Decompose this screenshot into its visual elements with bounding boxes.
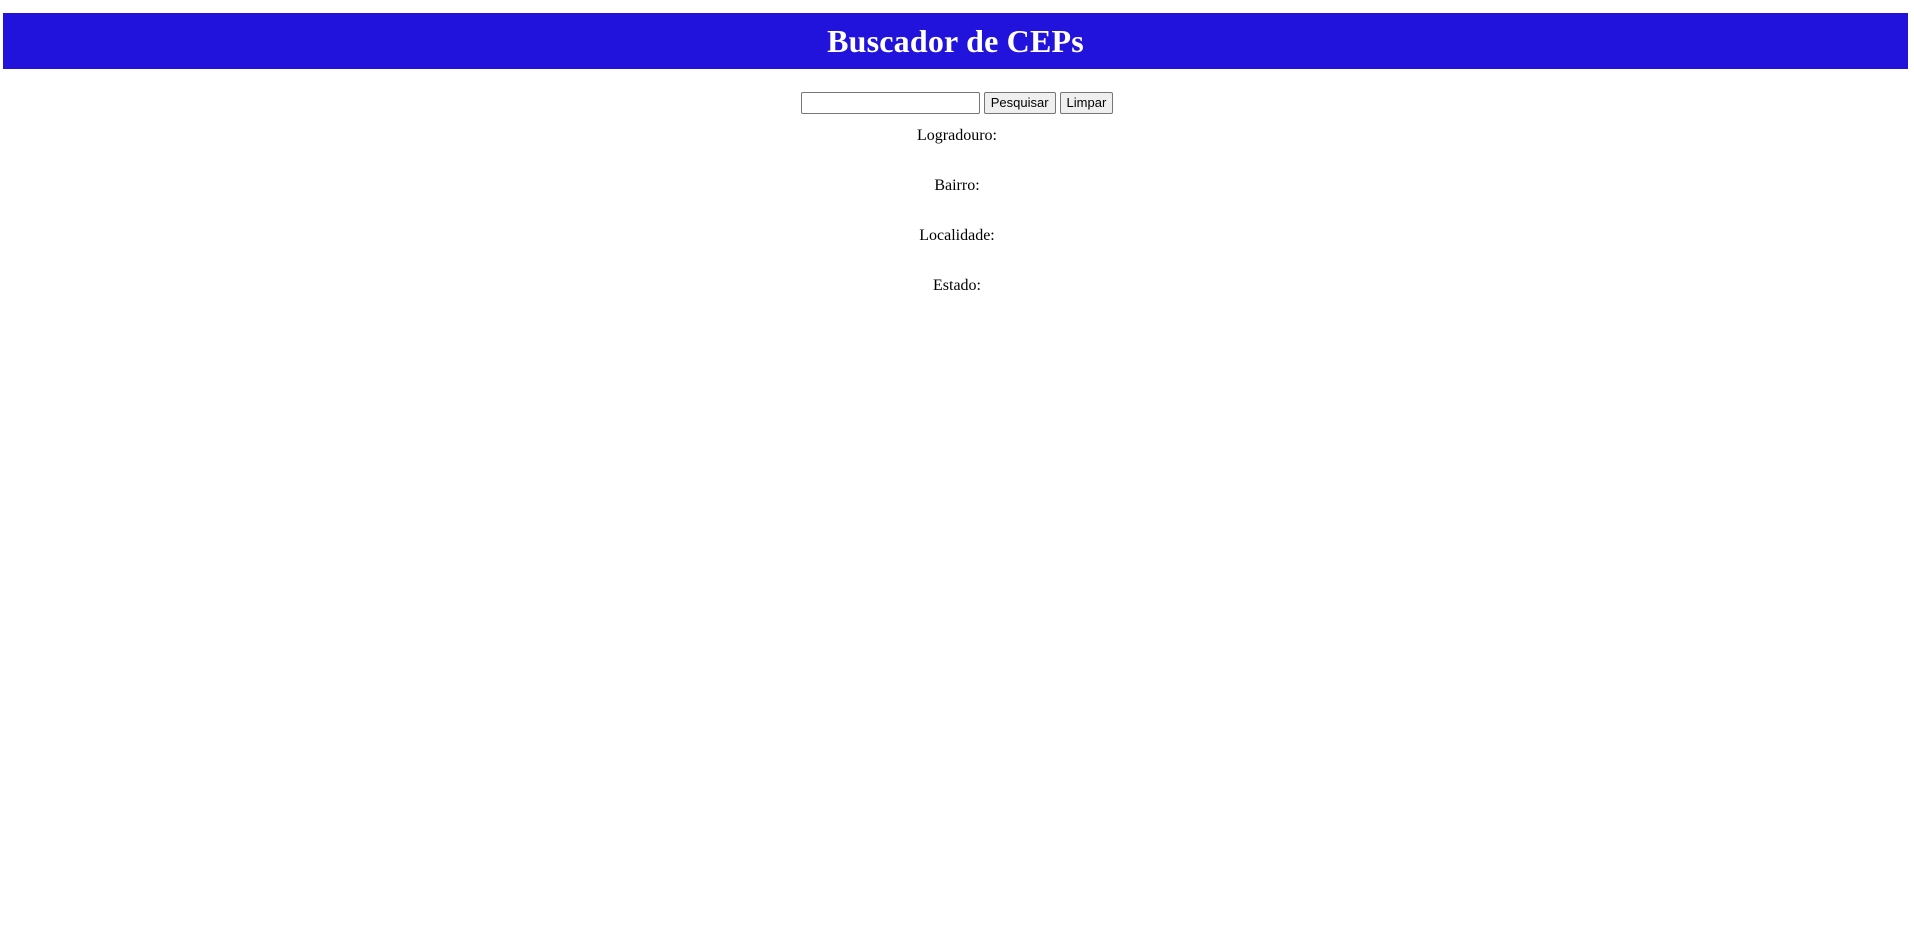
localidade-label: Localidade: <box>919 227 995 244</box>
estado-label: Estado: <box>933 277 981 294</box>
page-header: Buscador de CEPs <box>3 13 1908 69</box>
clear-button[interactable]: Limpar <box>1059 92 1114 114</box>
bairro-label: Bairro: <box>934 177 980 194</box>
cep-input[interactable] <box>800 92 980 114</box>
search-bar: Pesquisar Limpar <box>0 92 1914 114</box>
logradouro-label: Logradouro: <box>917 127 997 144</box>
page: Buscador de CEPs Pesquisar Limpar Lograd… <box>0 0 1914 929</box>
search-button[interactable]: Pesquisar <box>983 92 1056 114</box>
page-title: Buscador de CEPs <box>827 23 1084 59</box>
address-results: Logradouro: Bairro: Localidade: Estado: <box>0 126 1914 326</box>
